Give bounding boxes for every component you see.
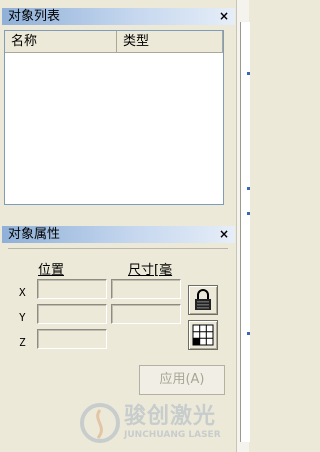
- object-properties-header: 对象属性 ×: [2, 226, 235, 243]
- lock-icon: [195, 289, 211, 310]
- anchor-grid-button[interactable]: [188, 320, 218, 350]
- object-list-columns: 名称 类型: [5, 31, 223, 53]
- dock-marker: [247, 332, 250, 335]
- dock-marker: [247, 187, 250, 190]
- position-y-field[interactable]: [37, 304, 107, 324]
- column-header-type[interactable]: 类型: [117, 31, 223, 53]
- watermark: 骏创激光 JUNCHUANG LASER: [78, 398, 236, 450]
- watermark-logo-icon: [80, 403, 120, 443]
- position-z-field[interactable]: [37, 329, 107, 349]
- object-list-title: 对象列表: [8, 9, 61, 24]
- size-label: 尺寸[毫: [128, 263, 173, 278]
- object-properties-title: 对象属性: [8, 227, 61, 242]
- axis-y-label: Y: [19, 311, 26, 324]
- right-dock-strip: [236, 0, 250, 452]
- object-list[interactable]: 名称 类型: [4, 30, 224, 205]
- dock-marker: [247, 212, 250, 215]
- object-list-close-icon[interactable]: ×: [219, 8, 229, 25]
- size-width-field[interactable]: [111, 279, 181, 299]
- axis-x-label: X: [19, 286, 26, 299]
- watermark-brand: 骏创激光: [124, 404, 217, 429]
- position-label: 位置: [38, 263, 65, 278]
- column-header-name[interactable]: 名称: [5, 31, 117, 53]
- lock-aspect-button[interactable]: [188, 285, 218, 315]
- object-list-header: 对象列表 ×: [2, 8, 235, 25]
- axis-z-label: Z: [19, 336, 26, 349]
- anchor-grid-icon: [192, 324, 214, 346]
- position-x-field[interactable]: [37, 279, 107, 299]
- right-dock-scroll-area[interactable]: [240, 22, 250, 442]
- dock-marker: [247, 72, 250, 75]
- apply-button[interactable]: 应用(A): [139, 365, 225, 395]
- watermark-subtitle: JUNCHUANG LASER: [124, 430, 221, 440]
- object-properties-close-icon[interactable]: ×: [219, 226, 229, 243]
- size-height-field[interactable]: [111, 304, 181, 324]
